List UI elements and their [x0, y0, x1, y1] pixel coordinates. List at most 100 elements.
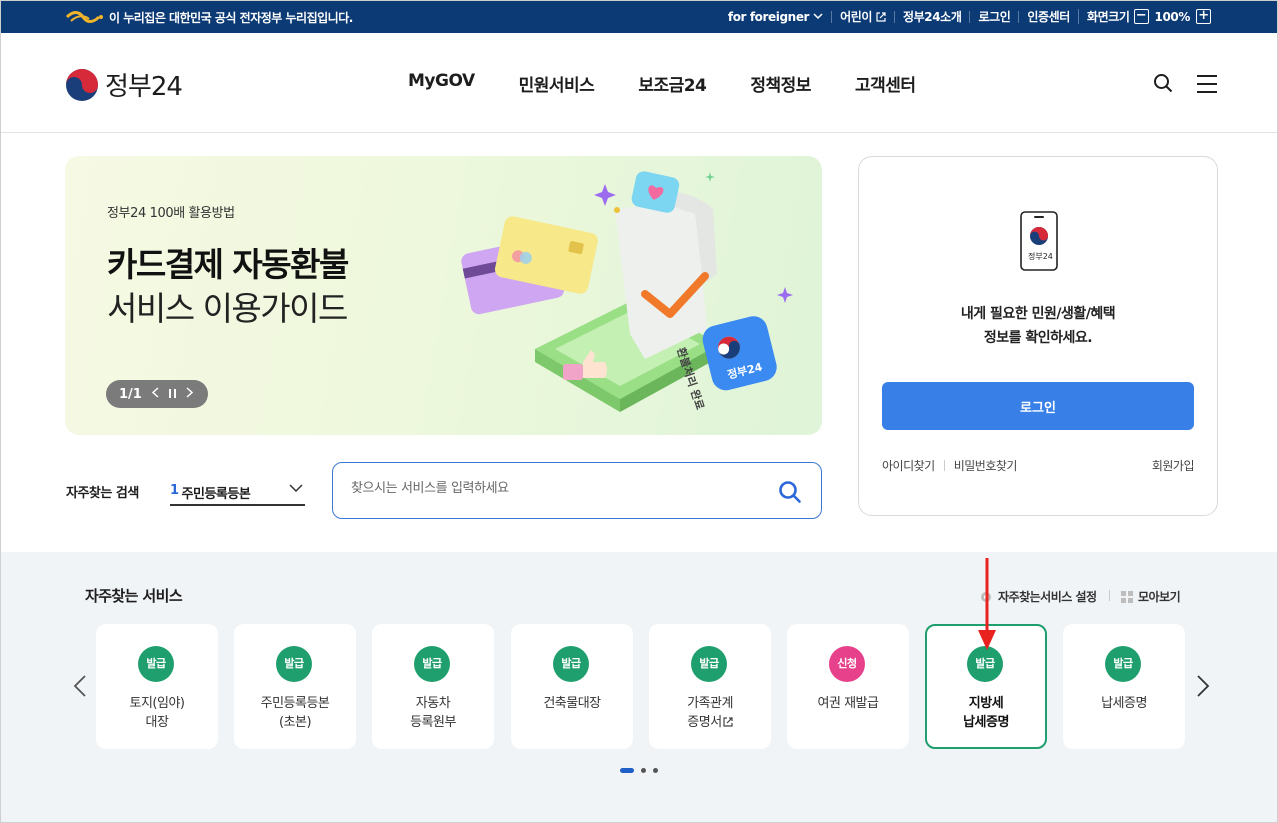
service-label: 여권 재발급 [817, 696, 879, 711]
banner-page-indicator: 1/1 [119, 386, 142, 402]
page: 이 누리집은 대한민국 공식 전자정부 누리집입니다. for foreigne… [0, 0, 1278, 823]
service-label: 가족관계 증명서 [649, 694, 771, 732]
service-card-vehicle-register[interactable]: 발급 자동차 등록원부 [372, 624, 494, 749]
service-label: 주민등록등본 (초본) [260, 696, 330, 730]
chevron-right-icon [186, 386, 193, 398]
carousel-next-icon[interactable] [1196, 674, 1210, 698]
service-card-tax-certificate[interactable]: 발급 납세증명 [1063, 624, 1185, 749]
about-link[interactable]: 정부24소개 [894, 9, 969, 24]
service-card-land-register[interactable]: 발급 토지(임야) 대장 [96, 624, 218, 749]
chevron-left-icon [151, 386, 159, 398]
service-badge: 발급 [1105, 646, 1141, 682]
banner-title-bold: 카드결제 자동환불 [107, 245, 349, 284]
frequent-search-value: 주민등록등본 [181, 487, 251, 502]
gov-emblem-icon [65, 11, 103, 23]
services-view-all-label: 모아보기 [1138, 590, 1181, 604]
pagination-dot-active[interactable] [620, 768, 634, 773]
gov-notice-text: 이 누리집은 대한민국 공식 전자정부 누리집입니다. [109, 11, 353, 25]
search-button-icon[interactable] [778, 480, 802, 504]
nav-customer-center[interactable]: 고객센터 [833, 71, 938, 96]
banner-subtitle: 정부24 100배 활용방법 [107, 206, 235, 221]
carousel-prev-icon[interactable] [73, 674, 87, 698]
service-label: 토지(임야) 대장 [129, 696, 185, 730]
login-message: 내게 필요한 민원/생활/혜택 정보를 확인하세요. [859, 302, 1217, 350]
frequent-services-section: 자주찾는 서비스 자주찾는서비스 설정 모아보기 발급 토지(임야) 대장 발급… [1, 552, 1277, 822]
services-title: 자주찾는 서비스 [85, 587, 183, 605]
about-label: 정부24소개 [903, 9, 962, 24]
annotation-arrow-icon [978, 558, 996, 650]
hamburger-menu-icon[interactable] [1197, 75, 1217, 93]
find-id-link[interactable]: 아이디찾기 [882, 457, 935, 474]
zoom-out-button[interactable]: − [1133, 9, 1149, 24]
service-badge: 발급 [414, 646, 450, 682]
external-link-icon [876, 11, 886, 22]
header-divider [1109, 590, 1110, 601]
service-badge: 신청 [829, 646, 865, 682]
nav-policy[interactable]: 정책정보 [728, 71, 833, 96]
banner-title-light: 서비스 이용가이드 [107, 289, 348, 328]
zoom-label: 화면크기 [1086, 9, 1130, 24]
mobile-phone-icon: 정부24 [1020, 211, 1058, 271]
frequent-search-select[interactable]: 1 주민등록등본 [170, 477, 305, 506]
services-view-all-link[interactable]: 모아보기 [1121, 588, 1181, 605]
service-card-passport-reissue[interactable]: 신청 여권 재발급 [787, 624, 909, 749]
site-logo[interactable]: 정부24 [65, 66, 183, 103]
login-message-line1: 내게 필요한 민원/생활/혜택 [960, 306, 1116, 322]
pagination-dot[interactable] [641, 768, 646, 773]
login-button[interactable]: 로그인 [882, 382, 1194, 430]
service-label: 건축물대장 [543, 696, 601, 711]
site-header: 정부24 MyGOV 민원서비스 보조금24 정책정보 고객센터 [1, 33, 1277, 133]
chevron-down-icon [813, 13, 823, 20]
banner-controls: 1/1 [106, 380, 208, 408]
phone-label: 정부24 [1028, 251, 1053, 261]
search-input[interactable] [351, 481, 751, 496]
service-label: 지방세 납세증명 [963, 696, 1009, 730]
taegeuk-logo-icon [66, 68, 98, 101]
pause-icon [168, 388, 176, 398]
service-badge: 발급 [691, 646, 727, 682]
services-setting-label: 자주찾는서비스 설정 [998, 590, 1097, 604]
main-nav: MyGOV 민원서비스 보조금24 정책정보 고객센터 [386, 71, 938, 96]
zoom-in-button[interactable]: + [1196, 9, 1211, 24]
banner-pause-button[interactable] [168, 387, 176, 402]
pagination-dot[interactable] [653, 768, 658, 773]
top-login-label: 로그인 [978, 9, 1011, 24]
service-badge: 발급 [276, 646, 312, 682]
foreigner-link[interactable]: for foreigner [720, 11, 831, 23]
cert-center-label: 인증센터 [1027, 9, 1070, 24]
refund-illustration: 환불처리 완료 정부24 [461, 171, 793, 412]
search-icon[interactable] [1153, 73, 1173, 93]
foreigner-label: for foreigner [727, 9, 810, 24]
service-badge: 발급 [138, 646, 174, 682]
nav-mygov[interactable]: MyGOV [386, 71, 497, 96]
cert-center-link[interactable]: 인증센터 [1018, 9, 1078, 24]
zoom-value: 100% [1154, 9, 1191, 24]
signup-link[interactable]: 회원가입 [1152, 457, 1195, 474]
find-password-link[interactable]: 비밀번호찾기 [954, 457, 1018, 474]
login-message-line2: 정보를 확인하세요. [983, 330, 1093, 346]
main-banner[interactable]: 정부24 100배 활용방법 카드결제 자동환불 서비스 이용가이드 1/1 환… [65, 156, 822, 435]
link-divider [943, 460, 945, 471]
zoom-control: 화면크기 − 100% + [1077, 9, 1219, 24]
login-panel: 정부24 내게 필요한 민원/생활/혜택 정보를 확인하세요. 로그인 아이디찾… [858, 156, 1218, 516]
service-badge: 발급 [553, 646, 589, 682]
nav-subsidy[interactable]: 보조금24 [616, 71, 728, 96]
service-card-building-register[interactable]: 발급 건축물대장 [511, 624, 633, 749]
kids-link[interactable]: 어린이 [831, 10, 894, 23]
nav-civil-service[interactable]: 민원서비스 [497, 71, 617, 96]
search-box [332, 462, 822, 519]
chevron-down-icon [289, 484, 303, 493]
grid-icon [1121, 590, 1133, 603]
gov-top-bar: 이 누리집은 대한민국 공식 전자정부 누리집입니다. for foreigne… [1, 1, 1277, 33]
login-links: 아이디찾기 비밀번호찾기 [882, 457, 1017, 474]
service-label: 납세증명 [1101, 696, 1147, 711]
service-label: 자동차 등록원부 [410, 696, 456, 730]
carousel-pagination [620, 768, 658, 773]
frequent-search-rank: 1 [170, 483, 179, 498]
service-card-family-certificate[interactable]: 발급 가족관계 증명서 [649, 624, 771, 749]
banner-prev-button[interactable] [151, 386, 159, 402]
banner-next-button[interactable] [186, 386, 193, 402]
frequent-search-label: 자주찾는 검색 [66, 486, 139, 501]
top-login-link[interactable]: 로그인 [969, 9, 1018, 24]
service-card-resident-register[interactable]: 발급 주민등록등본 (초본) [234, 624, 356, 749]
